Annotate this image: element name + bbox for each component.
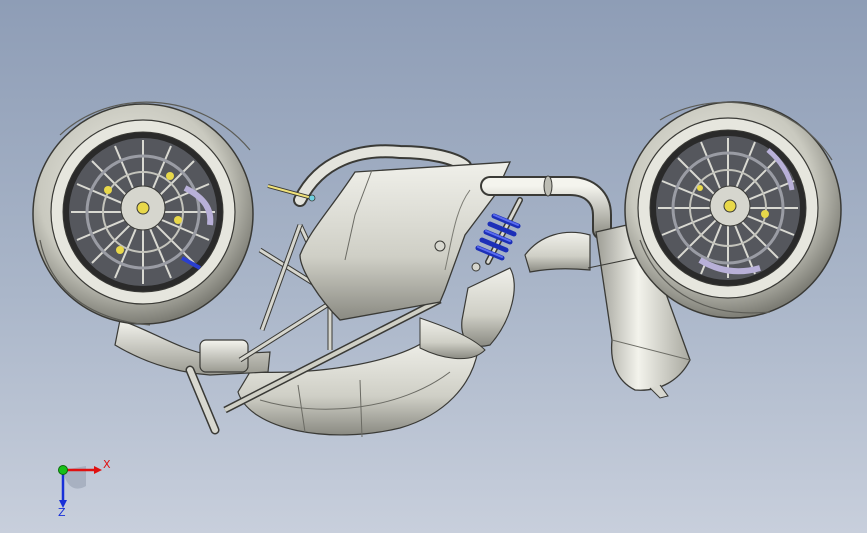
swingarm[interactable] xyxy=(114,319,271,435)
coordinate-triad: X Z xyxy=(46,452,116,522)
z-axis-label: Z xyxy=(58,506,66,519)
x-axis-label: X xyxy=(103,458,111,471)
motorcycle-3d-model[interactable] xyxy=(0,0,867,533)
air-duct[interactable] xyxy=(524,231,591,273)
cad-viewport[interactable]: X Z xyxy=(0,0,867,533)
rear-wheel[interactable] xyxy=(624,101,842,319)
x-axis-arrowhead xyxy=(94,466,102,474)
y-axis-dot xyxy=(58,465,68,475)
front-wheel[interactable] xyxy=(32,101,254,326)
